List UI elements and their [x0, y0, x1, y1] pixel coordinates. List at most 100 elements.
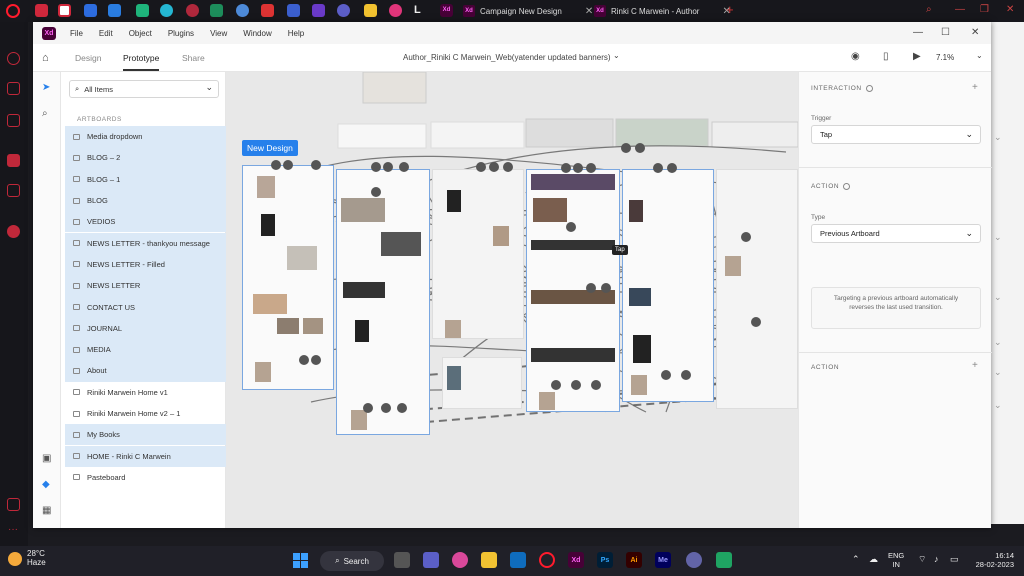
layer-item[interactable]: BLOG – 2 — [65, 147, 226, 169]
taskbar-search[interactable]: ⌕ Search — [320, 551, 384, 571]
more-icon[interactable]: ··· — [8, 524, 18, 535]
tab-campaign-new-design[interactable]: Xd Campaign New Design ✕ — [463, 0, 593, 22]
speed-dial-icon[interactable] — [7, 52, 20, 65]
close-icon[interactable]: ✕ — [1006, 4, 1014, 15]
document-title[interactable]: Author_Riniki C Marwein_Web(yatender upd… — [403, 53, 611, 62]
game-icon[interactable] — [7, 184, 20, 197]
layer-item[interactable]: NEWS LETTER - Filled — [65, 253, 226, 276]
mobile-preview-icon[interactable]: ▯ — [883, 51, 889, 62]
app-tab-icon[interactable] — [186, 4, 199, 17]
opera-icon[interactable] — [539, 552, 555, 568]
menu-file[interactable]: File — [70, 29, 83, 38]
weather-widget[interactable]: 28°C Haze — [8, 549, 46, 568]
menu-edit[interactable]: Edit — [99, 29, 113, 38]
whatsapp-icon[interactable] — [7, 225, 20, 238]
layer-item[interactable]: Riniki Marwein Home v2 – 1 — [65, 403, 226, 424]
mail-tab-icon[interactable] — [35, 4, 48, 17]
plugins-icon[interactable]: ▦ — [42, 505, 51, 516]
layer-item[interactable]: HOME - Rinki C Marwein — [65, 445, 226, 467]
onedrive-icon[interactable]: ☁ — [869, 554, 878, 565]
layer-item[interactable]: NEWS LETTER - thankyou message — [65, 232, 226, 254]
mode-design[interactable]: Design — [75, 53, 101, 63]
canvas[interactable]: New Design Tap — [226, 72, 798, 528]
app-tab-icon[interactable] — [337, 4, 350, 17]
user-icon[interactable]: ◉ — [851, 51, 860, 62]
minimize-icon[interactable]: — — [955, 4, 965, 15]
layer-item[interactable]: NEWS LETTER — [65, 275, 226, 297]
layer-item[interactable]: Pasteboard — [65, 467, 226, 488]
illustrator-icon[interactable]: Ai — [626, 552, 642, 568]
layer-item[interactable]: JOURNAL — [65, 317, 226, 339]
mode-share[interactable]: Share — [182, 53, 205, 63]
app-tab-icon[interactable] — [160, 4, 173, 17]
notepad-icon[interactable] — [716, 552, 732, 568]
layer-item[interactable]: VEDIOS — [65, 211, 226, 233]
tab-author[interactable]: Xd Rinki C Marwein - Author ✕ — [594, 0, 731, 22]
search-icon[interactable]: ⌕ — [926, 4, 932, 15]
layer-item[interactable]: BLOG — [65, 189, 226, 212]
shopping-icon[interactable] — [7, 82, 20, 95]
mode-prototype[interactable]: Prototype — [123, 53, 160, 71]
volume-icon[interactable]: ♪ — [934, 554, 939, 565]
app-tab-icon[interactable]: L — [414, 4, 427, 17]
zoom-level[interactable]: 7.1% — [936, 53, 954, 62]
menu-plugins[interactable]: Plugins — [168, 29, 194, 38]
xd-tab-icon[interactable]: Xd — [440, 4, 453, 17]
teams-icon[interactable] — [423, 552, 439, 568]
settings-icon[interactable] — [7, 498, 20, 511]
restore-icon[interactable]: ❐ — [980, 4, 989, 15]
outlook-icon[interactable] — [510, 552, 526, 568]
opera-logo-icon[interactable] — [6, 4, 20, 18]
layer-item[interactable]: Riniki Marwein Home v1 — [65, 382, 226, 403]
chevron-down-icon[interactable]: ⌄ — [613, 51, 620, 60]
chevron-up-icon[interactable]: ⌃ — [852, 554, 860, 565]
layer-search[interactable]: ⌕ All Items ⌄ — [69, 80, 219, 98]
info-icon[interactable] — [843, 183, 851, 190]
close-icon[interactable]: ✕ — [971, 27, 979, 38]
xd-icon[interactable]: Xd — [568, 552, 584, 568]
app-tab-icon[interactable] — [261, 4, 274, 17]
layer-item[interactable]: BLOG – 1 — [65, 168, 226, 190]
close-icon[interactable]: ✕ — [585, 6, 593, 17]
info-icon[interactable] — [865, 85, 873, 92]
layers-icon[interactable]: ◆ — [42, 479, 50, 490]
add-action-icon[interactable]: + — [972, 360, 978, 371]
menu-help[interactable]: Help — [288, 29, 304, 38]
messenger-icon[interactable] — [7, 114, 20, 127]
maximize-icon[interactable]: ☐ — [941, 27, 950, 38]
zoom-tool-icon[interactable]: ⌕ — [42, 108, 48, 119]
artboard-name-tag[interactable]: New Design — [242, 140, 298, 156]
layer-item[interactable]: CONTACT US — [65, 296, 226, 318]
menu-view[interactable]: View — [210, 29, 227, 38]
file-explorer-icon[interactable] — [481, 552, 497, 568]
add-interaction-icon[interactable]: + — [972, 82, 978, 93]
clock[interactable]: 16:14 28-02-2023 — [968, 551, 1014, 569]
chevron-down-icon[interactable]: ⌄ — [976, 51, 983, 60]
assets-icon[interactable]: ▣ — [42, 453, 51, 464]
app-tab-icon[interactable] — [236, 4, 249, 17]
trigger-select[interactable]: Tap ⌄ — [811, 125, 981, 144]
app-tab-icon[interactable] — [136, 4, 149, 17]
workspace-icon[interactable] — [7, 154, 20, 167]
wifi-icon[interactable]: ⌔ — [918, 554, 926, 565]
play-icon[interactable]: ▶ — [913, 51, 921, 62]
app-tab-icon[interactable] — [108, 4, 121, 17]
photos-icon[interactable] — [452, 552, 468, 568]
layer-item[interactable]: Media dropdown — [65, 126, 226, 148]
layer-item[interactable]: About — [65, 360, 226, 382]
select-tool-icon[interactable]: ➤ — [42, 82, 50, 93]
menu-window[interactable]: Window — [243, 29, 271, 38]
teams-chat-icon[interactable] — [686, 552, 702, 568]
menu-object[interactable]: Object — [129, 29, 152, 38]
chevron-down-icon[interactable]: ⌄ — [205, 82, 213, 93]
app-tab-icon[interactable] — [210, 4, 223, 17]
app-tab-icon[interactable] — [287, 4, 300, 17]
start-icon[interactable] — [293, 553, 308, 568]
app-tab-icon[interactable] — [84, 4, 97, 17]
photoshop-icon[interactable]: Ps — [597, 552, 613, 568]
layer-item[interactable]: My Books — [65, 424, 226, 446]
language-indicator[interactable]: ENG IN — [888, 551, 904, 569]
task-view-icon[interactable] — [394, 552, 410, 568]
new-tab-icon[interactable]: + — [726, 2, 734, 17]
action-type-select[interactable]: Previous Artboard ⌄ — [811, 224, 981, 243]
